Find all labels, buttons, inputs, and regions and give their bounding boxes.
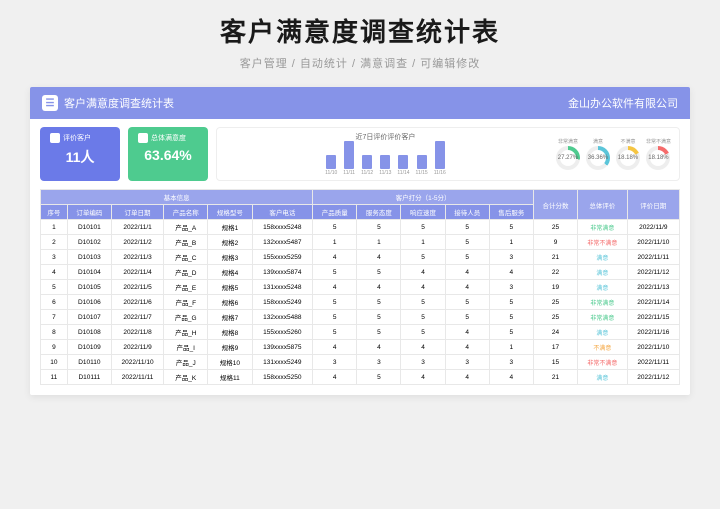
th: 服务态度 [357, 205, 401, 220]
table-row: 1D101012022/11/1产品_A规格1158xxxx5248555552… [41, 220, 680, 235]
hero-subtitle: 客户管理 / 自动统计 / 满意调查 / 可编辑修改 [0, 55, 720, 71]
table-row: 4D101042022/11/4产品_D规格4139xxxx5874554442… [41, 265, 680, 280]
donut-ring: 18.18% [646, 146, 670, 170]
table-row: 8D101082022/11/8产品_H规格8155xxxx5260555452… [41, 325, 680, 340]
th-group-basic: 基本信息 [41, 190, 313, 205]
rating-badge: 满意 [596, 286, 608, 292]
bar [417, 155, 427, 169]
donut-ring: 36.36% [586, 146, 610, 170]
th: 订单编码 [67, 205, 111, 220]
table-row: 2D101022022/11/2产品_B规格2132xxxx5487111519… [41, 235, 680, 250]
th: 规格型号 [208, 205, 252, 220]
th: 售后服务 [489, 205, 533, 220]
hero: 客户满意度调查统计表 客户管理 / 自动统计 / 满意调查 / 可编辑修改 [0, 0, 720, 79]
rating-badge: 非常不满意 [587, 241, 617, 247]
bar [435, 141, 445, 169]
phone-icon [50, 133, 60, 143]
sheet-title: 客户满意度调查统计表 [64, 95, 174, 111]
rating-badge: 满意 [596, 331, 608, 337]
th-date: 评价日期 [627, 190, 679, 220]
sheet-topbar: ☰ 客户满意度调查统计表 金山办公软件有限公司 [30, 87, 690, 119]
bar [344, 141, 354, 169]
rating-badge: 满意 [596, 271, 608, 277]
bar [398, 155, 408, 169]
bar [326, 155, 336, 169]
th-group-scoring: 客户打分（1-5分） [313, 190, 534, 205]
customers-value: 11人 [50, 147, 110, 167]
table-row: 7D101072022/11/7产品_G规格7132xxxx5488555552… [41, 310, 680, 325]
table-row: 10D101102022/11/10产品_J规格10131xxxx5249333… [41, 355, 680, 370]
th: 产品质量 [313, 205, 357, 220]
rating-badge: 不满意 [593, 346, 611, 352]
th: 客户电话 [252, 205, 313, 220]
rating-badge: 非常满意 [590, 301, 614, 307]
table-row: 11D101112022/11/11产品_K规格11158xxxx5250454… [41, 370, 680, 385]
company-name: 金山办公软件有限公司 [568, 95, 678, 111]
bar-chart: 近7日评价评价客户 11/1011/1111/1211/1311/1411/15… [225, 132, 546, 176]
checklist-icon: ☰ [42, 95, 58, 111]
donut-ring: 18.18% [616, 146, 640, 170]
card-overall: 总体满意度 63.64% [128, 127, 208, 181]
stats-row: 评价客户 11人 总体满意度 63.64% 近7日评价评价客户 11/1011/… [30, 119, 690, 189]
rating-badge: 满意 [596, 256, 608, 262]
overall-value: 63.64% [138, 147, 198, 163]
th: 序号 [41, 205, 68, 220]
chart-icon [138, 133, 148, 143]
bar [380, 155, 390, 169]
table-row: 6D101062022/11/6产品_F规格6158xxxx5249555552… [41, 295, 680, 310]
th-overall: 总体评价 [578, 190, 628, 220]
table-row: 5D101052022/11/5产品_E规格5131xxxx5248444431… [41, 280, 680, 295]
rating-badge: 非常满意 [590, 226, 614, 232]
data-table: 基本信息 客户打分（1-5分） 合计分数 总体评价 评价日期 序号订单编码订单日… [40, 189, 680, 385]
donut-ring: 27.27% [556, 146, 580, 170]
rating-badge: 非常不满意 [587, 361, 617, 367]
rating-badge: 非常满意 [590, 316, 614, 322]
bar [362, 155, 372, 169]
rating-badge: 满意 [596, 376, 608, 382]
th-total: 合计分数 [533, 190, 577, 220]
table-row: 9D101092022/11/9产品_I规格9139xxxx5875444411… [41, 340, 680, 355]
th: 响应速度 [401, 205, 445, 220]
card-customers: 评价客户 11人 [40, 127, 120, 181]
hero-title: 客户满意度调查统计表 [0, 12, 720, 49]
donut-row: 非常满意27.27%满意36.36%不满意18.18%非常不满意18.18% [556, 132, 671, 176]
th: 订单日期 [111, 205, 163, 220]
th: 产品名称 [164, 205, 208, 220]
spreadsheet-preview: ☰ 客户满意度调查统计表 金山办公软件有限公司 评价客户 11人 总体满意度 6… [30, 87, 690, 395]
th: 接待人员 [445, 205, 489, 220]
chart-area: 近7日评价评价客户 11/1011/1111/1211/1311/1411/15… [216, 127, 680, 181]
table-row: 3D101032022/11/3产品_C规格3155xxxx5259445532… [41, 250, 680, 265]
